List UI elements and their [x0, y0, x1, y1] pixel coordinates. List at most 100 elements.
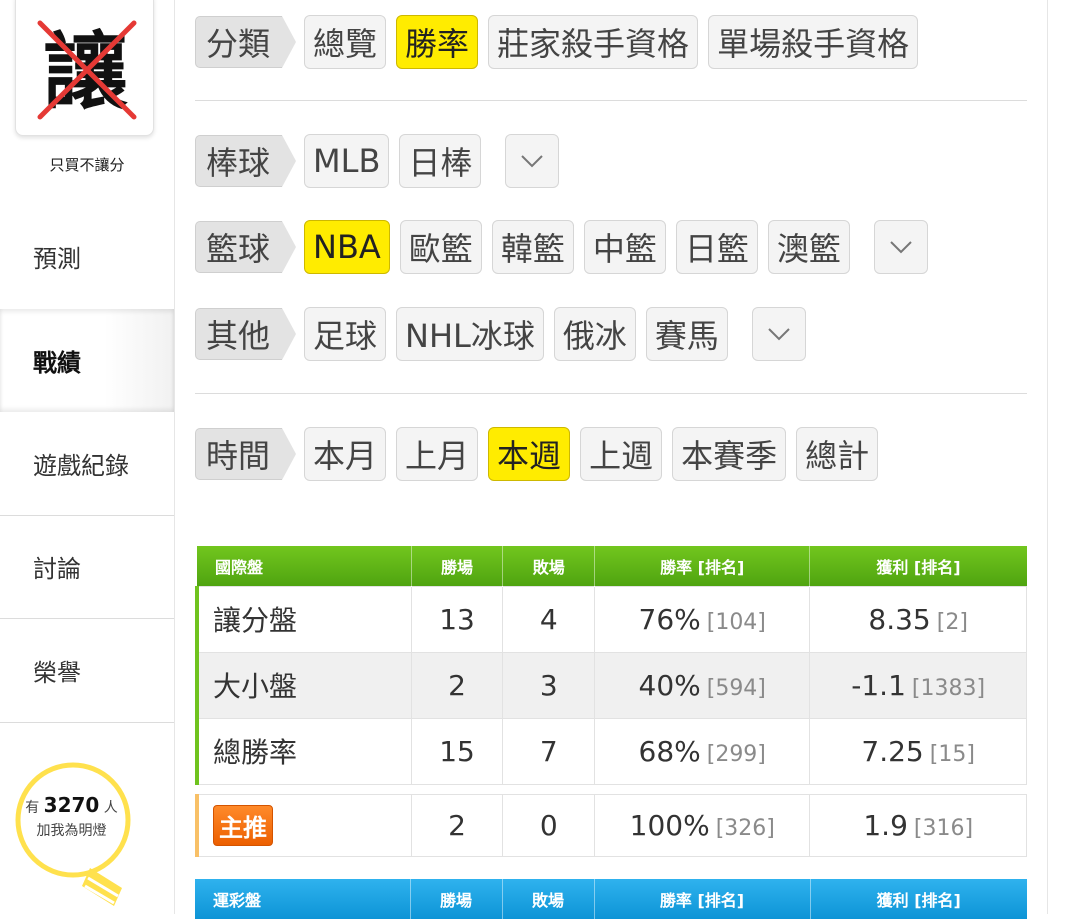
filter-option[interactable]: 賽馬 — [645, 307, 728, 361]
filter-option[interactable]: MLB — [304, 134, 390, 188]
filter-option[interactable]: 本月 — [304, 427, 387, 481]
filter-option[interactable]: 澳籃 — [767, 220, 850, 274]
featured-badge: 主推 — [213, 805, 273, 846]
filter-option[interactable]: 日籃 — [675, 220, 758, 274]
nav-item-discussion[interactable]: 討論 — [0, 516, 174, 619]
profit: 7.25 — [861, 734, 924, 768]
table-header: 運彩盤 — [195, 879, 410, 919]
fans-count: 3270 — [43, 793, 100, 817]
nav-item-game-log[interactable]: 遊戲紀錄 — [0, 412, 174, 516]
win-count: 15 — [410, 717, 504, 785]
filter-label: 時間 — [195, 428, 297, 480]
win-rate-rank[interactable]: [594] — [707, 676, 766, 701]
win-count: 2 — [410, 794, 504, 857]
loss-count: 3 — [502, 651, 596, 719]
profit: -1.1 — [851, 668, 906, 702]
filter-option[interactable]: 足球 — [304, 307, 387, 361]
win-rate-cell: 40% [594] — [594, 651, 811, 719]
chevron-down-icon[interactable] — [873, 220, 928, 274]
chevron-down-icon[interactable] — [505, 134, 560, 188]
sports-lottery-stats-table: 運彩盤 勝場 敗場 勝率 [排名] 獲利 [排名] — [195, 879, 1027, 919]
win-rate: 100% — [629, 809, 710, 842]
sidebar: 讓 只買不讓分 預測 戰績 遊戲紀錄 討論 榮譽 有 3270 人 加我為明燈 — [0, 0, 174, 914]
fans-suffix: 人 — [103, 800, 118, 816]
profit-rank[interactable]: [15] — [930, 742, 975, 767]
nav-item-honor[interactable]: 榮譽 — [0, 619, 174, 723]
table-header: 勝率 [排名] — [594, 546, 810, 586]
win-rate-cell: 100% [326] — [594, 794, 811, 857]
divider — [195, 100, 1027, 101]
filter-row-basketball: 籃球 NBA 歐籃 韓籃 中籃 日籃 澳籃 — [195, 220, 928, 274]
featured-stats-table: 主推 2 0 100% [326] 1.9 [316] — [194, 794, 1027, 857]
win-rate-rank[interactable]: [326] — [716, 816, 775, 841]
fans-prefix: 有 — [25, 800, 40, 816]
filter-option[interactable]: NHL冰球 — [396, 307, 544, 361]
table-header: 獲利 [排名] — [809, 879, 1027, 919]
profit-cell: 7.25 [15] — [809, 717, 1027, 785]
divider — [195, 393, 1027, 394]
chevron-down-icon[interactable] — [751, 307, 806, 361]
profit: 1.9 — [863, 809, 908, 842]
win-rate: 76% — [638, 602, 701, 636]
table-header: 勝率 [排名] — [593, 879, 810, 919]
win-rate-cell: 68% [299] — [594, 717, 811, 785]
nav-item-predict[interactable]: 預測 — [0, 205, 174, 309]
x-cross-icon — [37, 20, 137, 120]
avatar[interactable]: 讓 — [15, 0, 154, 136]
filter-label: 籃球 — [195, 221, 297, 273]
nav-item-label: 戰績 — [33, 348, 81, 377]
filter-option[interactable]: 單場殺手資格 — [708, 15, 919, 69]
table-header: 獲利 [排名] — [809, 546, 1027, 586]
filter-option[interactable]: 上週 — [580, 427, 663, 481]
fans-counter[interactable]: 有 3270 人 加我為明燈 — [14, 790, 129, 843]
main-panel: 分類 總覽 勝率 莊家殺手資格 單場殺手資格 棒球 MLB 日棒 籃球 NBA … — [174, 0, 1048, 919]
filter-option[interactable]: 上月 — [396, 427, 479, 481]
win-count: 13 — [410, 585, 504, 653]
featured-label-cell: 主推 — [194, 794, 412, 857]
loss-count: 4 — [502, 585, 596, 653]
loss-count: 0 — [502, 794, 596, 857]
table-header: 敗場 — [501, 879, 594, 919]
nav-item-label: 遊戲紀錄 — [33, 451, 129, 480]
nav-item-label: 預測 — [33, 245, 81, 274]
filter-option[interactable]: 本賽季 — [672, 427, 787, 481]
win-rate: 40% — [638, 668, 701, 702]
row-name: 讓分盤 — [194, 585, 412, 653]
table-header: 勝場 — [409, 879, 502, 919]
table-row: 大小盤 2 3 40% [594] -1.1 [1383] — [194, 651, 1027, 719]
table-row: 總勝率 15 7 68% [299] 7.25 [15] — [194, 717, 1027, 785]
filter-option-selected[interactable]: 勝率 — [396, 15, 479, 69]
filter-option-selected[interactable]: NBA — [304, 220, 390, 274]
filter-label: 其他 — [195, 308, 297, 360]
profit-rank[interactable]: [2] — [937, 610, 968, 635]
filter-option[interactable]: 俄冰 — [553, 307, 636, 361]
filter-row-category: 分類 總覽 勝率 莊家殺手資格 單場殺手資格 — [195, 15, 928, 69]
nav-item-record[interactable]: 戰績 — [0, 308, 174, 412]
filter-option[interactable]: 韓籃 — [491, 220, 574, 274]
filter-option[interactable]: 總覽 — [304, 15, 387, 69]
profit-rank[interactable]: [316] — [914, 816, 973, 841]
filter-row-baseball: 棒球 MLB 日棒 — [195, 134, 560, 188]
table-header: 勝場 — [410, 546, 503, 586]
table-header: 敗場 — [502, 546, 595, 586]
loss-count: 7 — [502, 717, 596, 785]
filter-option[interactable]: 總計 — [796, 427, 879, 481]
filter-option[interactable]: 莊家殺手資格 — [488, 15, 699, 69]
filter-option[interactable]: 中籃 — [583, 220, 666, 274]
profit-cell: 1.9 [316] — [809, 794, 1027, 857]
filter-option[interactable]: 歐籃 — [399, 220, 482, 274]
row-name: 大小盤 — [194, 651, 412, 719]
filter-row-other: 其他 足球 NHL冰球 俄冰 賽馬 — [195, 307, 806, 361]
profit-cell: -1.1 [1383] — [809, 651, 1027, 719]
filter-option[interactable]: 日棒 — [399, 134, 482, 188]
table-row: 讓分盤 13 4 76% [104] 8.35 [2] — [194, 585, 1027, 653]
filter-label: 棒球 — [195, 135, 297, 187]
table-header-row: 運彩盤 勝場 敗場 勝率 [排名] 獲利 [排名] — [195, 879, 1027, 919]
profit-cell: 8.35 [2] — [809, 585, 1027, 653]
filter-option-selected[interactable]: 本週 — [488, 427, 571, 481]
win-rate-rank[interactable]: [299] — [707, 742, 766, 767]
win-rate-rank[interactable]: [104] — [707, 610, 766, 635]
fans-caption: 加我為明燈 — [36, 823, 107, 839]
profit-rank[interactable]: [1383] — [912, 676, 985, 701]
table-header-row: 國際盤 勝場 敗場 勝率 [排名] 獲利 [排名] — [197, 546, 1027, 586]
